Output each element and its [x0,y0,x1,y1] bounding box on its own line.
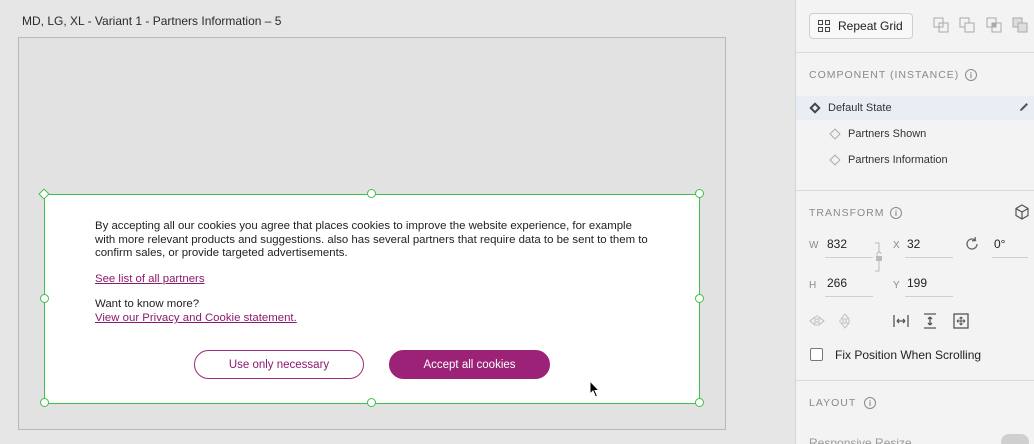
transform-info-icon[interactable]: i [890,207,902,219]
properties-panel: Repeat Grid COMPONENT (INSTANCE) i Defau… [795,0,1034,444]
height-underline [825,296,873,297]
width-field[interactable]: 832 [827,237,847,251]
use-only-necessary-button[interactable]: Use only necessary [194,350,364,379]
flip-horizontal-icon[interactable] [809,314,825,328]
exclude-boolean-icon[interactable] [1012,17,1028,33]
subtract-boolean-icon[interactable] [959,17,975,33]
width-label: W [809,240,819,251]
fix-position-checkbox[interactable] [810,348,823,361]
partners-list-link[interactable]: See list of all partners [95,273,205,285]
component-info-icon[interactable]: i [965,69,977,81]
main-state-icon [809,102,821,114]
resize-handle-left[interactable] [40,294,49,303]
artboard-title[interactable]: MD, LG, XL - Variant 1 - Partners Inform… [22,14,281,28]
x-underline [905,257,953,258]
design-canvas[interactable]: MD, LG, XL - Variant 1 - Partners Inform… [0,0,795,444]
layout-info-icon[interactable]: i [864,397,876,409]
repeat-grid-icon [818,20,830,32]
state-icon [829,154,841,166]
transform-heading: TRANSFORM [809,207,885,219]
mouse-cursor-icon [589,380,601,398]
y-underline [905,296,953,297]
rotate-icon [966,236,978,250]
rotation-underline [992,257,1028,258]
cookie-description: By accepting all our cookies you agree t… [95,220,648,259]
fit-to-content-icon[interactable] [953,313,969,329]
width-underline [825,257,873,258]
resize-handle-right[interactable] [695,294,704,303]
state-label: Default State [828,102,892,114]
state-icon [829,128,841,140]
distribute-horizontal-icon[interactable] [893,314,909,328]
add-boolean-icon[interactable] [933,17,949,33]
3d-transform-icon[interactable] [1014,204,1030,220]
accept-all-cookies-button[interactable]: Accept all cookies [389,350,550,379]
flip-vertical-icon[interactable] [838,313,852,329]
distribute-vertical-icon[interactable] [923,313,937,329]
panel-divider [796,190,1034,191]
resize-handle-bottom[interactable] [367,398,376,407]
state-partners-shown[interactable]: Partners Shown [796,122,1034,146]
height-field[interactable]: 266 [827,276,847,290]
resize-handle-bottom-left[interactable] [40,398,49,407]
y-field[interactable]: 199 [907,276,927,290]
state-default[interactable]: Default State [796,96,1034,120]
repeat-grid-button[interactable]: Repeat Grid [809,13,913,39]
responsive-resize-toggle[interactable] [1001,434,1029,444]
responsive-resize-label: Responsive Resize [809,436,912,444]
fix-position-label: Fix Position When Scrolling [835,348,982,362]
component-heading: COMPONENT (INSTANCE) [809,69,960,81]
state-partners-information[interactable]: Partners Information [796,148,1034,172]
height-label: H [809,280,817,291]
edit-pencil-icon[interactable] [1018,101,1030,113]
privacy-statement-link[interactable]: View our Privacy and Cookie statement. [95,312,297,324]
resize-handle-top[interactable] [367,189,376,198]
x-label: X [893,240,900,251]
y-label: Y [893,280,900,291]
lock-proportions-icon[interactable] [874,242,884,272]
resize-handle-top-right[interactable] [695,189,704,198]
repeat-grid-label: Repeat Grid [838,19,903,33]
panel-divider [796,380,1034,381]
resize-handle-bottom-right[interactable] [695,398,704,407]
rotation-field[interactable]: 0° [994,237,1005,251]
layout-heading: LAYOUT [809,397,857,409]
know-more-text: Want to know more? [95,298,200,310]
x-field[interactable]: 32 [907,237,920,251]
state-label: Partners Shown [848,128,927,140]
panel-divider [796,52,1034,53]
state-label: Partners Information [848,154,948,166]
intersect-boolean-icon[interactable] [986,17,1002,33]
